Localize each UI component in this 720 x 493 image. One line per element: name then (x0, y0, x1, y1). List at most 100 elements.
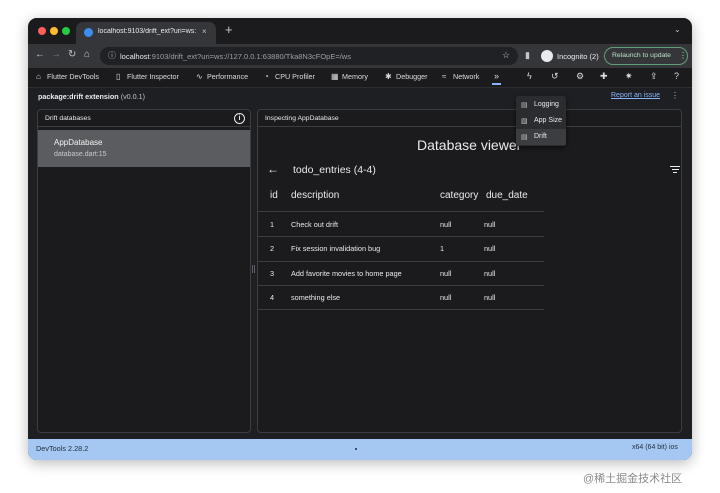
home-icon: ⌂ (36, 72, 41, 81)
settings-icon[interactable]: ⚙ (576, 71, 584, 82)
relaunch-to-update-button[interactable]: Relaunch to update (604, 47, 688, 65)
database-list-item[interactable]: AppDatabase database.dart:15 (38, 130, 250, 167)
bug-icon: ✱ (385, 72, 392, 81)
menu-item-app-size[interactable]: ▧ App Size (516, 113, 566, 129)
tab-search-chevron-icon[interactable]: ⌄ (674, 25, 681, 34)
table-cell: null (484, 293, 496, 302)
tab-close-icon[interactable]: × (202, 27, 207, 36)
bug-report-icon[interactable]: ✷ (625, 71, 633, 82)
devtools-tab-bar: ⌂ Flutter DevTools ▯ Flutter Inspector ∿ Pe… (28, 68, 692, 88)
drift-databases-panel: Drift databases i AppDatabase database.d… (37, 109, 251, 433)
help-icon[interactable]: ? (674, 71, 679, 81)
row-divider (258, 261, 544, 262)
bookmark-star-icon[interactable]: ☆ (502, 50, 510, 61)
table-cell: null (440, 220, 452, 229)
panel-splitter-handle[interactable] (252, 265, 255, 273)
database-name: AppDatabase (54, 138, 103, 147)
report-issue-link[interactable]: Report an issue (611, 92, 660, 99)
table-cell: null (440, 293, 452, 302)
watermark-text: @稀土掘金技术社区 (583, 473, 683, 485)
browser-toolbar: ← → ↻ ⌂ ⓘ localhost:9103/drift_ext?uri=w… (28, 44, 692, 68)
back-arrow-icon[interactable]: ← (267, 162, 279, 176)
info-icon[interactable]: i (234, 113, 245, 124)
tab-performance[interactable]: ∿ Performance (196, 72, 248, 84)
row-divider (258, 309, 544, 310)
extensions-icon[interactable]: ✚ (600, 71, 608, 82)
column-header[interactable]: id (270, 190, 278, 201)
tab-strip: localhost:9103/drift_ext?uri=ws:// × + ⌄ (28, 18, 692, 44)
site-info-icon[interactable]: ⓘ (108, 50, 116, 61)
column-header[interactable]: category (440, 190, 478, 201)
table-cell: 1 (440, 244, 445, 253)
device-info: x64 (64 bit) ios (632, 444, 678, 451)
phone-icon: ▯ (116, 72, 121, 81)
new-tab-button[interactable]: + (225, 23, 233, 36)
tab-network[interactable]: ≈ Network (442, 72, 479, 84)
browser-tab[interactable]: localhost:9103/drift_ext?uri=ws:// × (76, 22, 216, 44)
forward-icon[interactable]: → (51, 49, 61, 61)
tab-title: localhost:9103/drift_ext?uri=ws:// (98, 28, 196, 35)
menu-item-drift[interactable]: ▤ Drift (516, 129, 566, 145)
row-divider (258, 211, 544, 212)
menu-item-logging[interactable]: ▤ Logging (516, 97, 566, 113)
home-icon[interactable]: ⌂ (84, 49, 90, 61)
table-name: todo_entries (4-4) (293, 164, 376, 176)
status-separator (355, 448, 357, 450)
table-cell: null (484, 269, 496, 278)
hot-reload-icon[interactable]: ϟ (527, 71, 532, 81)
address-bar[interactable]: ⓘ localhost:9103/drift_ext?uri=ws://127.… (100, 47, 518, 65)
gauge-icon: ◔ (264, 72, 269, 81)
panel-title: Inspecting AppDatabase (265, 115, 339, 122)
table-cell: something else (291, 293, 341, 302)
panel-header: Inspecting AppDatabase (258, 110, 681, 127)
tab-flutter-inspector[interactable]: ▯ Flutter Inspector (116, 72, 179, 84)
panel-title: Drift databases (45, 115, 91, 122)
status-bar: DevTools 2.28.2 x64 (64 bit) ios (28, 439, 692, 460)
hot-restart-icon[interactable]: ↺ (551, 71, 559, 82)
table-cell: 2 (270, 244, 275, 253)
reload-icon[interactable]: ↻ (68, 49, 76, 61)
url-text[interactable]: localhost:9103/drift_ext?uri=ws://127.0.… (120, 52, 351, 61)
favicon-icon (84, 28, 93, 37)
browser-menu-icon[interactable]: ⋮ (679, 51, 687, 60)
minimize-window-button[interactable] (50, 27, 58, 35)
tab-debugger[interactable]: ✱ Debugger (385, 72, 428, 84)
database-viewer-panel: Inspecting AppDatabase Database viewer ←… (257, 109, 682, 433)
row-divider (258, 285, 544, 286)
database-file: database.dart:15 (54, 151, 107, 158)
tab-cpu-profiler[interactable]: ◔ CPU Profiler (264, 72, 315, 84)
browser-window: localhost:9103/drift_ext?uri=ws:// × + ⌄… (28, 18, 692, 460)
app-size-icon: ▧ (521, 118, 528, 125)
tab-flutter-devtools[interactable]: ⌂ Flutter DevTools (36, 72, 99, 84)
filter-icon[interactable] (670, 166, 680, 175)
back-icon[interactable]: ← (35, 49, 45, 61)
column-header[interactable]: description (291, 190, 339, 201)
extension-menu-icon[interactable]: ⋮ (671, 91, 679, 100)
table-cell: null (440, 269, 452, 278)
upload-icon[interactable]: ⇪ (650, 71, 658, 82)
table-cell: Check out drift (291, 220, 339, 229)
panel-header: Drift databases i (38, 110, 250, 127)
table-cell: null (484, 244, 496, 253)
side-panel-icon[interactable]: ▮ (525, 50, 530, 60)
table-cell: Fix session invalidation bug (291, 244, 381, 253)
table-cell: null (484, 220, 496, 229)
logging-icon: ▤ (521, 102, 528, 109)
tab-memory[interactable]: ▦ Memory (331, 72, 368, 84)
incognito-avatar[interactable] (541, 50, 553, 62)
table-cell: 4 (270, 293, 275, 302)
wifi-icon: ≈ (442, 72, 447, 81)
incognito-label[interactable]: Incognito (2) (557, 52, 599, 61)
close-window-button[interactable] (38, 27, 46, 35)
extension-header: package:drift extension (v0.0.1) Report … (28, 88, 692, 106)
drift-icon: ▤ (521, 134, 528, 141)
overflow-tabs-menu: ▤ Logging ▧ App Size ▤ Drift (516, 96, 566, 146)
maximize-window-button[interactable] (62, 27, 70, 35)
memory-icon: ▦ (331, 72, 339, 81)
column-header[interactable]: due_date (486, 190, 528, 201)
table-cell: 3 (270, 269, 275, 278)
table-cell: Add favorite movies to home page (291, 269, 402, 278)
performance-icon: ∿ (196, 72, 203, 81)
row-divider (258, 236, 544, 237)
more-tabs-button[interactable]: » (492, 71, 502, 85)
